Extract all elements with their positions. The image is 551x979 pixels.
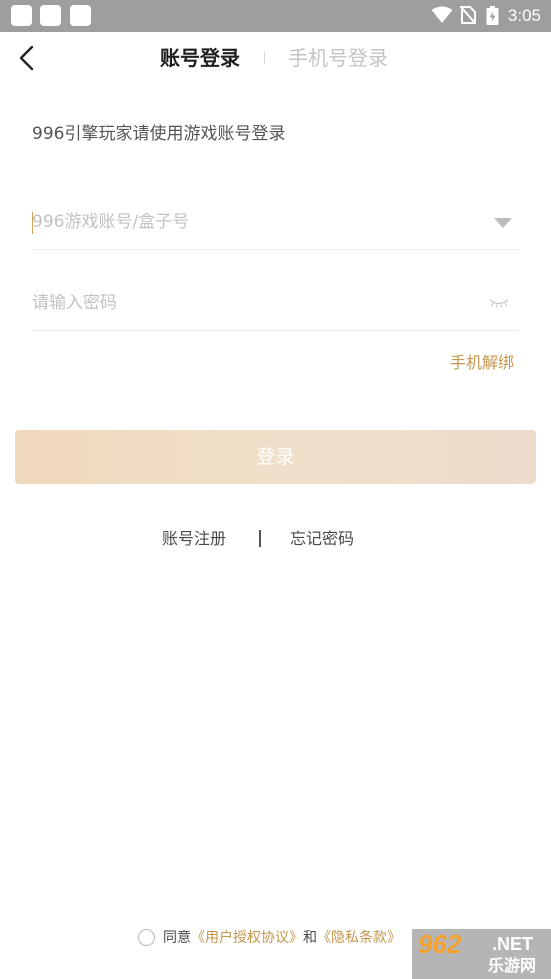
agreement-and: 和 xyxy=(303,930,317,946)
triangle-down-icon[interactable] xyxy=(493,217,513,229)
status-bar: 3:05 xyxy=(0,0,551,32)
password-field xyxy=(32,279,519,331)
watermark-cn: 乐游网 xyxy=(488,956,537,975)
chevron-left-icon[interactable] xyxy=(14,44,42,72)
notification-icon xyxy=(40,5,61,26)
login-hint: 996引擎玩家请使用游戏账号登录 xyxy=(32,124,286,144)
login-button[interactable]: 登录 xyxy=(15,430,536,484)
agreement-checkbox[interactable] xyxy=(138,929,155,946)
tab-phone-login[interactable]: 手机号登录 xyxy=(288,45,388,71)
text-caret xyxy=(32,212,33,234)
wifi-icon xyxy=(431,6,453,23)
privacy-policy-link[interactable]: 《隐私条款》 xyxy=(317,930,401,946)
battery-charging-icon xyxy=(486,6,499,25)
agreement-prefix: 同意 xyxy=(163,930,191,946)
notification-icon xyxy=(11,5,32,26)
forgot-password-link[interactable]: 忘记密码 xyxy=(290,527,354,551)
watermark-net: .NET xyxy=(492,934,534,954)
user-agreement-link[interactable]: 《用户授权协议》 xyxy=(191,930,303,946)
password-input[interactable] xyxy=(32,279,452,327)
account-input[interactable] xyxy=(32,198,452,246)
notification-icon xyxy=(70,5,91,26)
watermark-logo: 962 .NET 乐游网 xyxy=(412,929,551,979)
register-link[interactable]: 账号注册 xyxy=(162,527,226,551)
status-time: 3:05 xyxy=(507,6,541,25)
tab-divider xyxy=(264,51,265,64)
account-field xyxy=(32,198,519,250)
agreement-text: 同意《用户授权协议》和《隐私条款》 xyxy=(163,927,401,949)
no-sim-icon xyxy=(460,6,476,24)
account-links: 账号注册 忘记密码 xyxy=(0,527,551,551)
eye-closed-icon[interactable] xyxy=(489,297,509,309)
phone-unbind-link[interactable]: 手机解绑 xyxy=(450,352,514,374)
header: 账号登录 手机号登录 xyxy=(0,32,551,84)
watermark-number: 962 xyxy=(418,929,462,959)
tab-account-login[interactable]: 账号登录 xyxy=(160,45,240,71)
link-divider xyxy=(259,530,261,547)
